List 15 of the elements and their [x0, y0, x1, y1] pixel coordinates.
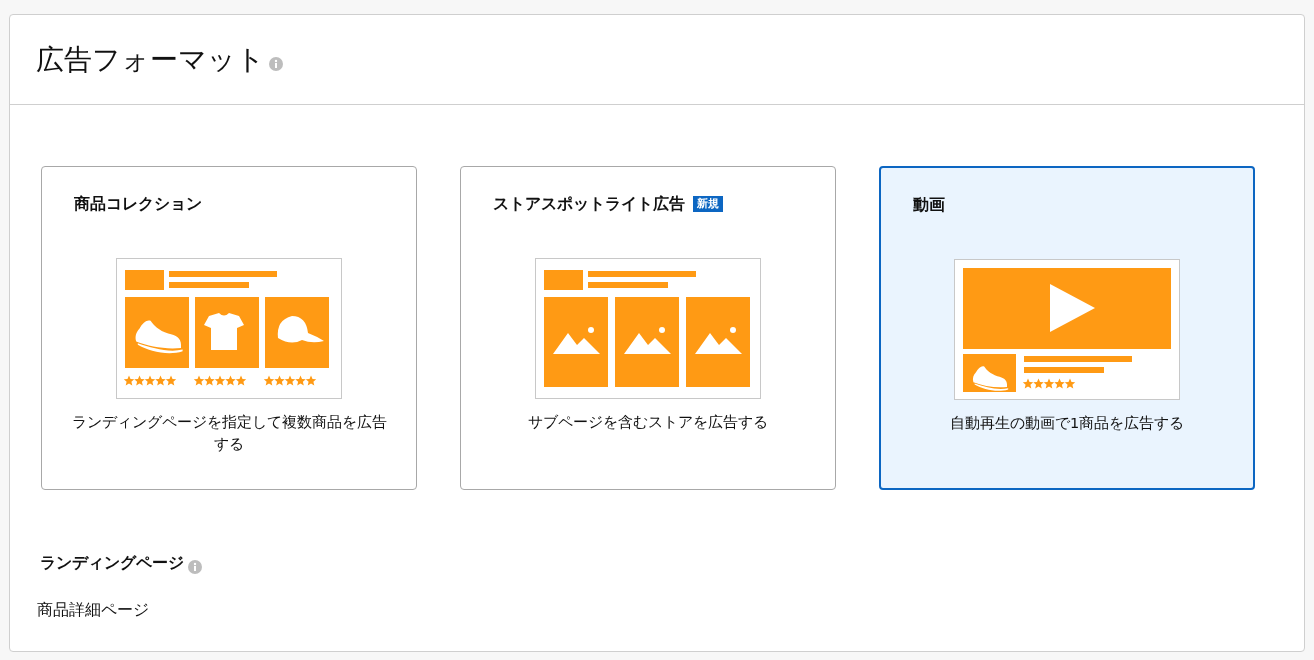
landing-page-label: ランディングページ [40, 553, 184, 575]
format-title: 商品コレクション [74, 192, 202, 215]
new-badge: 新規 [693, 195, 723, 212]
format-description: ランディングページを指定して複数商品を広告する [70, 413, 388, 454]
section-title: 広告フォーマット [36, 45, 265, 74]
format-card[interactable]: ストアスポットライト広告 新規 サブページを含むストアを広告する [460, 166, 836, 490]
format-title: ストアスポットライト広告 [493, 192, 685, 215]
format-description: サブページを含むストアを広告する [527, 413, 769, 432]
info-icon [269, 57, 283, 72]
info-icon [188, 559, 202, 574]
format-description: 自動再生の動画で1商品を広告する [948, 414, 1186, 433]
format-card[interactable]: 商品コレクション ランディングページを指定して複数商品を広告する [41, 166, 417, 490]
landing-page-value: 商品詳細ページ [37, 600, 149, 619]
format-card[interactable]: 動画 自動再生の動画で1商品を広告する [879, 166, 1255, 490]
format-title: 動画 [913, 193, 945, 216]
